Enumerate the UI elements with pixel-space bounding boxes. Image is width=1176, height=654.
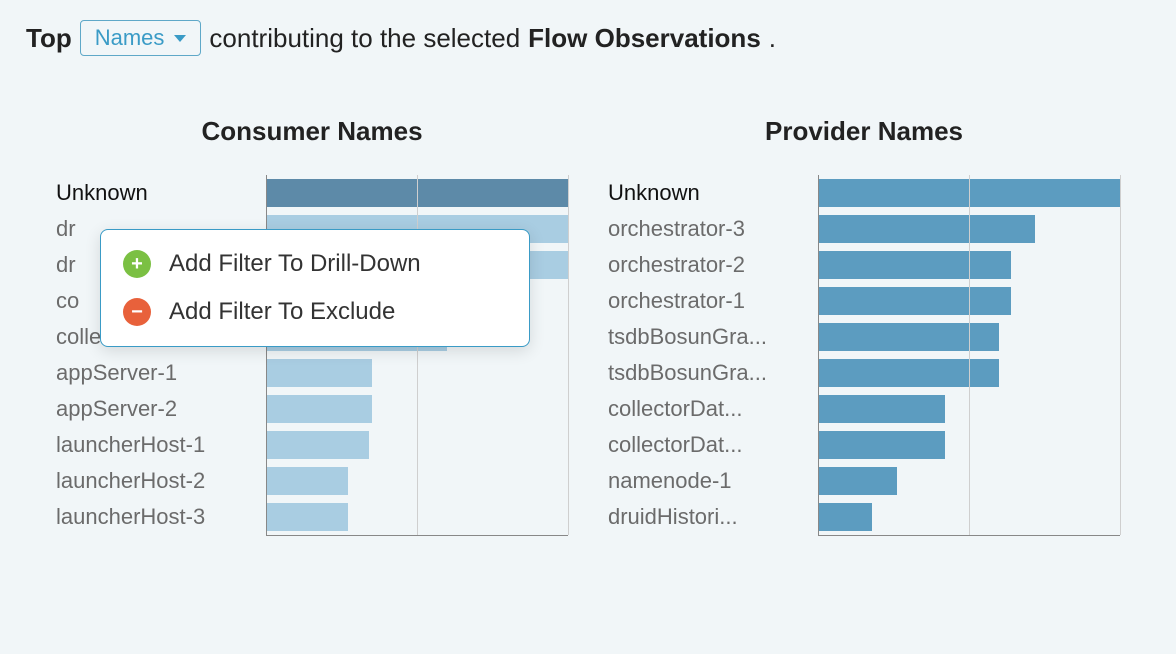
header-bold: Flow Observations xyxy=(528,23,761,54)
category-label[interactable]: orchestrator-1 xyxy=(608,283,818,319)
menu-item-add-exclude[interactable]: − Add Filter To Exclude xyxy=(101,288,529,336)
bar[interactable] xyxy=(818,499,1120,535)
header-middle: contributing to the selected xyxy=(209,23,520,54)
chevron-down-icon xyxy=(174,35,186,42)
dropdown-label: Names xyxy=(95,25,165,51)
category-label[interactable]: launcherHost-1 xyxy=(56,427,266,463)
bar[interactable] xyxy=(266,355,568,391)
minus-icon: − xyxy=(123,298,151,326)
bar[interactable] xyxy=(818,427,1120,463)
bar[interactable] xyxy=(266,391,568,427)
provider-names-chart: Provider NamesUnknownorchestrator-3orche… xyxy=(608,116,1120,536)
chart-title: Consumer Names xyxy=(56,116,568,147)
page-header: Top Names contributing to the selected F… xyxy=(26,20,1150,56)
menu-item-label: Add Filter To Exclude xyxy=(169,298,395,326)
category-label[interactable]: appServer-2 xyxy=(56,391,266,427)
bar[interactable] xyxy=(266,463,568,499)
chart-title: Provider Names xyxy=(608,116,1120,147)
bar[interactable] xyxy=(818,391,1120,427)
context-menu: + Add Filter To Drill-Down − Add Filter … xyxy=(100,229,530,347)
category-label[interactable]: launcherHost-2 xyxy=(56,463,266,499)
menu-item-add-drilldown[interactable]: + Add Filter To Drill-Down xyxy=(101,240,529,288)
category-label[interactable]: druidHistori... xyxy=(608,499,818,535)
category-label[interactable]: namenode-1 xyxy=(608,463,818,499)
bar[interactable] xyxy=(266,175,568,211)
header-period: . xyxy=(769,23,776,54)
bar[interactable] xyxy=(818,211,1120,247)
category-label[interactable]: collectorDat... xyxy=(608,427,818,463)
bar[interactable] xyxy=(818,175,1120,211)
bar[interactable] xyxy=(818,355,1120,391)
category-label[interactable]: orchestrator-2 xyxy=(608,247,818,283)
category-label[interactable]: launcherHost-3 xyxy=(56,499,266,535)
bar[interactable] xyxy=(818,319,1120,355)
bar[interactable] xyxy=(818,463,1120,499)
plus-icon: + xyxy=(123,250,151,278)
category-label[interactable]: tsdbBosunGra... xyxy=(608,319,818,355)
category-label[interactable]: appServer-1 xyxy=(56,355,266,391)
menu-item-label: Add Filter To Drill-Down xyxy=(169,250,421,278)
bar[interactable] xyxy=(266,499,568,535)
category-label[interactable]: collectorDat... xyxy=(608,391,818,427)
category-label[interactable]: Unknown xyxy=(56,175,266,211)
bar[interactable] xyxy=(818,283,1120,319)
bar[interactable] xyxy=(818,247,1120,283)
category-label[interactable]: tsdbBosunGra... xyxy=(608,355,818,391)
category-label[interactable]: Unknown xyxy=(608,175,818,211)
names-dropdown[interactable]: Names xyxy=(80,20,202,56)
bar[interactable] xyxy=(266,427,568,463)
category-label[interactable]: orchestrator-3 xyxy=(608,211,818,247)
top-label: Top xyxy=(26,23,72,54)
